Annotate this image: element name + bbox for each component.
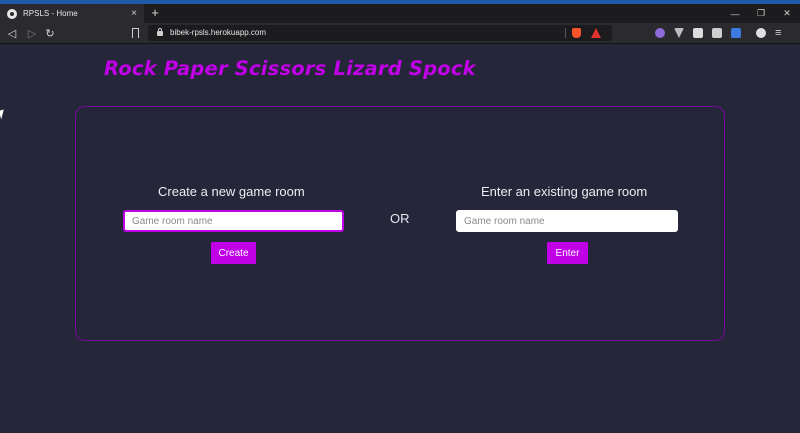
github-icon[interactable] [655, 28, 665, 38]
brave-rewards-icon[interactable] [591, 28, 601, 38]
close-window-button[interactable]: ✕ [774, 4, 800, 23]
mouse-cursor-icon [0, 109, 7, 120]
minimize-button[interactable]: — [722, 4, 748, 23]
join-room-input[interactable] [456, 210, 678, 232]
reload-button[interactable]: ↻ [42, 23, 58, 43]
profile-icon[interactable] [756, 28, 766, 38]
create-room-input[interactable] [123, 210, 344, 232]
forward-button[interactable]: ▷ [24, 23, 40, 43]
tab-rpsls-home[interactable]: RPSLS - Home × [0, 4, 144, 23]
browser-toolbar: ◁ ▷ ↻ bibek-rpsls.herokuapp.com ≡ [0, 23, 800, 44]
enter-button[interactable]: Enter [547, 242, 588, 264]
notes-icon[interactable] [693, 28, 703, 38]
tab-close-icon[interactable]: × [127, 8, 141, 19]
window-controls: — ❐ ✕ [722, 4, 800, 23]
create-room-heading: Create a new game room [158, 184, 305, 199]
site-title: Rock Paper Scissors Lizard Spock [104, 57, 476, 80]
translate-icon[interactable] [731, 28, 741, 38]
or-divider-label: OR [390, 211, 410, 226]
extension-icons: ≡ [655, 23, 781, 43]
site-favicon-icon [7, 8, 17, 19]
join-room-heading: Enter an existing game room [481, 184, 648, 199]
tab-title: RPSLS - Home [23, 9, 78, 18]
restore-button[interactable]: ❐ [748, 4, 774, 23]
address-bar[interactable]: bibek-rpsls.herokuapp.com [148, 25, 612, 41]
brave-shields-icon[interactable] [572, 28, 581, 38]
tab-bar: RPSLS - Home × + — ❐ ✕ [0, 4, 800, 23]
create-button[interactable]: Create [211, 242, 256, 264]
lock-icon[interactable] [157, 28, 163, 36]
url-text[interactable]: bibek-rpsls.herokuapp.com [170, 28, 266, 37]
bookmark-icon[interactable] [132, 28, 139, 38]
back-button[interactable]: ◁ [4, 23, 20, 43]
vpn-icon[interactable] [674, 28, 684, 38]
menu-icon[interactable]: ≡ [775, 27, 781, 39]
clipboard-icon[interactable] [712, 28, 722, 38]
address-divider [565, 28, 566, 38]
new-tab-button[interactable]: + [148, 5, 162, 20]
